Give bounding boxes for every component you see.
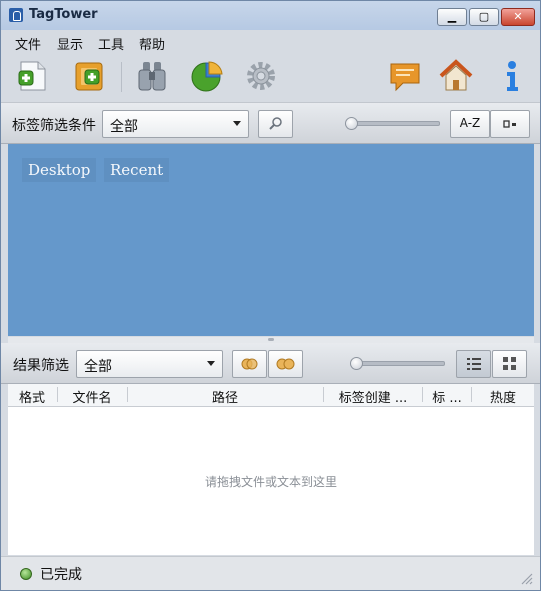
column-header-tag-created[interactable]: 标签创建 ... [324, 387, 422, 406]
menu-file[interactable]: 文件 [15, 34, 41, 53]
pie-chart-icon [191, 61, 223, 92]
column-header-path[interactable]: 路径 [128, 387, 322, 406]
binoculars-icon [138, 62, 166, 91]
settings-button[interactable] [243, 58, 279, 94]
sort-az-button[interactable]: A-Z [450, 110, 490, 138]
comment-icon [390, 63, 420, 92]
status-indicator-icon [20, 568, 32, 580]
result-size-slider[interactable] [351, 361, 445, 366]
add-file-icon [18, 61, 46, 91]
tag-size-slider-handle[interactable] [345, 117, 358, 130]
results-drop-area[interactable]: 请拖拽文件或文本到这里 [8, 407, 534, 555]
chevron-down-icon [207, 361, 215, 366]
status-bar: 已完成 [1, 556, 540, 590]
tag-intersect-icon [241, 358, 258, 370]
empty-hint: 请拖拽文件或文本到这里 [204, 475, 337, 489]
column-header-filename[interactable]: 文件名 [58, 387, 126, 406]
status-text: 已完成 [40, 567, 82, 583]
title-bar[interactable]: TagTower ▁ ▢ ✕ [1, 1, 540, 30]
tag-union-icon [276, 358, 295, 370]
gear-icon [247, 62, 275, 90]
tag-filter-value: 全部 [110, 119, 138, 135]
add-file-button[interactable] [15, 58, 51, 94]
menu-tools[interactable]: 工具 [98, 34, 124, 53]
tag-cloud-area: Desktop Recent [8, 144, 534, 336]
resize-grip-icon[interactable] [519, 571, 533, 585]
result-filter-bar: 结果筛选 全部 [1, 343, 540, 384]
column-header-tags[interactable]: 标 ... [423, 387, 471, 406]
statistics-button[interactable] [189, 58, 225, 94]
sort-az-label: A-Z [459, 116, 481, 130]
result-filter-select[interactable]: 全部 [76, 350, 223, 378]
close-button[interactable]: ✕ [501, 8, 535, 26]
maximize-button[interactable]: ▢ [469, 8, 499, 26]
tag-size-slider[interactable] [346, 121, 440, 126]
search-icon [269, 117, 282, 130]
info-icon [507, 61, 518, 91]
tag-match-button[interactable] [232, 350, 267, 378]
list-view-icon [467, 358, 481, 370]
result-filter-label: 结果筛选 [13, 358, 69, 374]
chevron-down-icon [233, 121, 241, 126]
menu-bar: 文件 显示 工具 帮助 [1, 30, 540, 54]
minimize-button[interactable]: ▁ [437, 8, 467, 26]
toolbar-separator [121, 62, 122, 92]
result-size-slider-handle[interactable] [350, 357, 363, 370]
add-folder-button[interactable] [71, 58, 107, 94]
tag-item-desktop[interactable]: Desktop [22, 158, 97, 182]
tag-filter-label: 标签筛选条件 [12, 118, 96, 134]
tag-view-toggle-button[interactable] [490, 110, 530, 138]
menu-view[interactable]: 显示 [57, 34, 83, 53]
results-table-header: 格式 文件名 路径 标签创建 ... 标 ... 热度 [8, 384, 534, 407]
tag-search-button[interactable] [258, 110, 293, 138]
view-mode-icon [503, 120, 516, 128]
list-view-button[interactable] [456, 350, 491, 378]
column-header-format[interactable]: 格式 [8, 387, 56, 406]
menu-help[interactable]: 帮助 [139, 34, 165, 53]
home-icon [439, 59, 473, 91]
minimize-icon: ▁ [447, 10, 457, 23]
search-button[interactable] [134, 58, 170, 94]
grid-view-icon [503, 357, 516, 370]
tag-item-recent[interactable]: Recent [104, 158, 170, 182]
grid-view-button[interactable] [492, 350, 527, 378]
column-header-heat[interactable]: 热度 [472, 387, 534, 406]
tag-union-button[interactable] [268, 350, 303, 378]
close-icon: ✕ [513, 10, 523, 23]
feedback-button[interactable] [387, 58, 423, 94]
app-logo-icon [9, 8, 23, 22]
tag-filter-bar: 标签筛选条件 全部 A-Z [1, 102, 540, 144]
toolbar [1, 54, 540, 102]
add-folder-icon [75, 62, 103, 91]
app-window: TagTower ▁ ▢ ✕ 文件 显示 工具 帮助 标签筛选条件 全部 A-Z… [0, 0, 541, 591]
home-button[interactable] [438, 58, 474, 94]
window-title: TagTower [29, 7, 98, 22]
about-button[interactable] [494, 58, 530, 94]
maximize-icon: ▢ [478, 10, 490, 23]
splitter-grip-icon [268, 338, 274, 341]
tag-filter-select[interactable]: 全部 [102, 110, 249, 138]
result-filter-value: 全部 [84, 359, 112, 375]
